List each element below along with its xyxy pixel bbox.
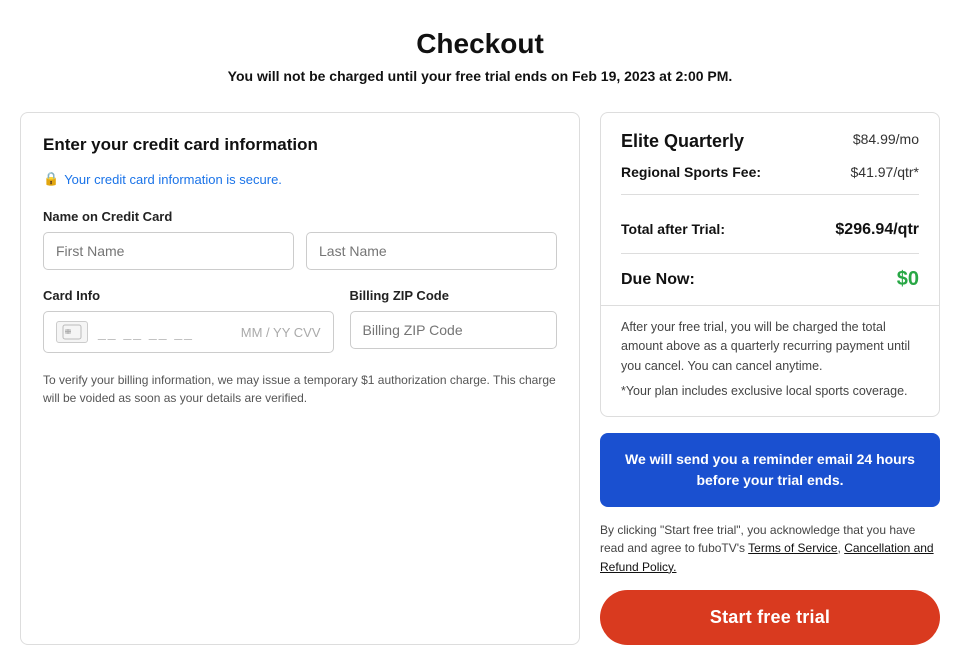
page-subtitle: You will not be charged until your free …: [20, 68, 940, 84]
credit-card-form-panel: Enter your credit card information 🔒 You…: [20, 112, 580, 645]
first-name-input[interactable]: [43, 232, 294, 270]
regional-sports-fee-label: Regional Sports Fee:: [621, 164, 761, 180]
billing-zip-label: Billing ZIP Code: [350, 288, 558, 303]
plan-row: Elite Quarterly $84.99/mo: [621, 131, 919, 152]
total-after-trial-value: $296.94/qtr: [835, 221, 919, 239]
card-input-wrapper[interactable]: __ __ __ __ MM / YY CVV: [43, 311, 334, 353]
trial-info-box: After your free trial, you will be charg…: [601, 305, 939, 416]
left-panel-header: Enter your credit card information 🔒 You…: [43, 135, 557, 187]
reminder-text: We will send you a reminder email 24 hou…: [625, 451, 915, 488]
plan-name: Elite Quarterly: [621, 131, 744, 152]
due-now-row: Due Now: $0: [601, 254, 939, 305]
terms-of-service-link[interactable]: Terms of Service: [748, 541, 837, 555]
card-billing-row: Card Info __ __ __ __ MM / YY CVV: [43, 288, 557, 353]
regional-sports-fee-row: Regional Sports Fee: $41.97/qtr*: [621, 164, 919, 195]
card-chip-icon: [56, 321, 88, 343]
card-info-label: Card Info: [43, 288, 334, 303]
reminder-box: We will send you a reminder email 24 hou…: [600, 433, 940, 507]
card-expiry-cvv-label: MM / YY CVV: [241, 325, 321, 340]
billing-zip-section: Billing ZIP Code: [350, 288, 558, 353]
page-title: Checkout: [20, 28, 940, 60]
trial-info-text: After your free trial, you will be charg…: [621, 318, 919, 376]
verification-note: To verify your billing information, we m…: [43, 371, 557, 407]
card-number-placeholder: __ __ __ __: [98, 324, 231, 340]
start-free-trial-button[interactable]: Start free trial: [600, 590, 940, 645]
regional-sports-fee-value: $41.97/qtr*: [851, 164, 920, 180]
legal-text: By clicking "Start free trial", you ackn…: [600, 521, 940, 577]
due-now-label: Due Now:: [621, 271, 695, 289]
card-info-section: Card Info __ __ __ __ MM / YY CVV: [43, 288, 334, 353]
name-on-card-label: Name on Credit Card: [43, 209, 557, 224]
asterisk-note: *Your plan includes exclusive local spor…: [621, 382, 919, 401]
lock-icon: 🔒: [43, 171, 59, 187]
secure-badge[interactable]: 🔒 Your credit card information is secure…: [43, 171, 282, 187]
order-summary-box: Elite Quarterly $84.99/mo Regional Sport…: [600, 112, 940, 417]
last-name-input[interactable]: [306, 232, 557, 270]
due-now-value: $0: [897, 268, 919, 291]
total-after-trial-label: Total after Trial:: [621, 221, 725, 239]
secure-label: Your credit card information is secure.: [64, 172, 282, 187]
credit-card-form-title: Enter your credit card information: [43, 135, 318, 155]
order-summary-panel: Elite Quarterly $84.99/mo Regional Sport…: [600, 112, 940, 645]
plan-price: $84.99/mo: [853, 131, 919, 147]
billing-zip-input[interactable]: [350, 311, 558, 349]
name-row: [43, 232, 557, 270]
total-row: Total after Trial: $296.94/qtr: [621, 207, 919, 254]
